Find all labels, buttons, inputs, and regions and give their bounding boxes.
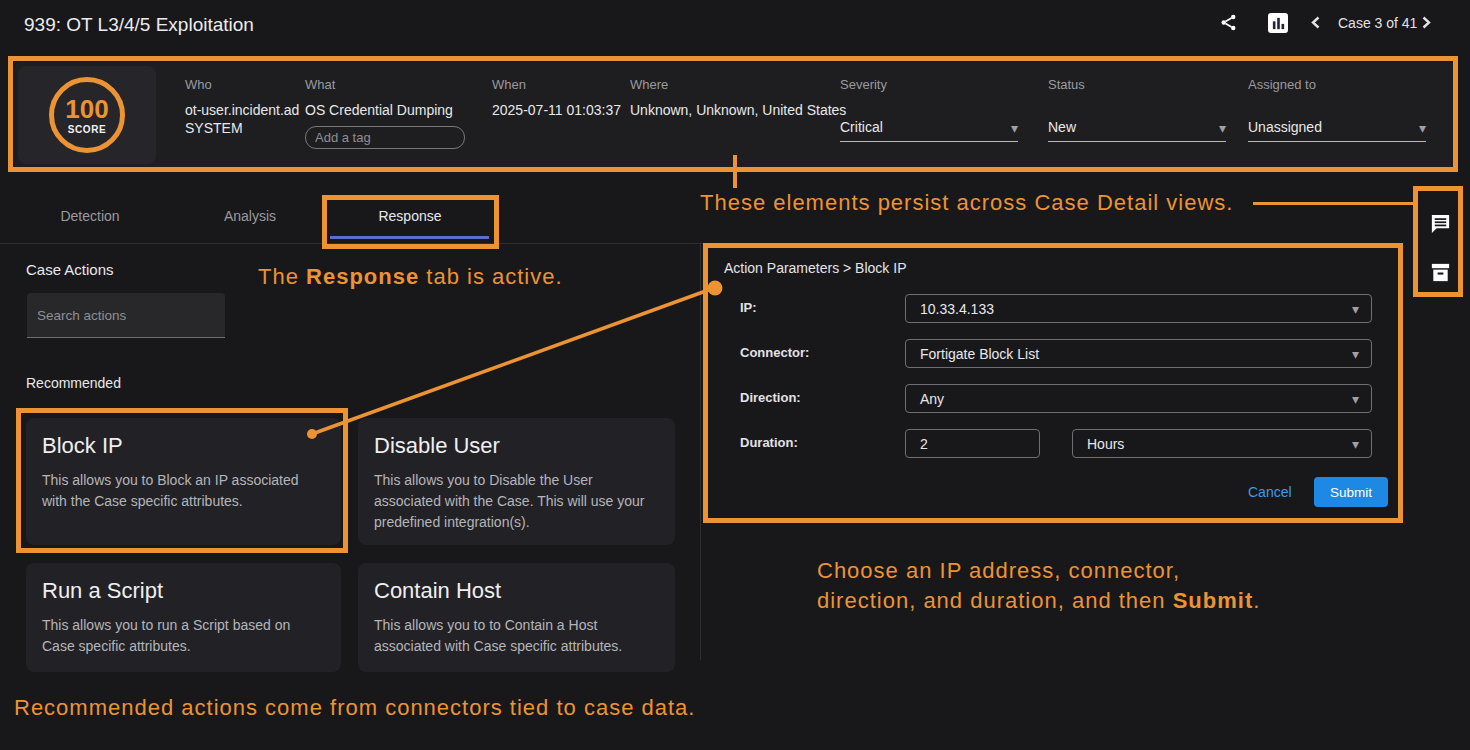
annotation-box-icon-rail: [1413, 186, 1463, 297]
annotation-persist: These elements persist across Case Detai…: [700, 190, 1233, 216]
next-case-icon[interactable]: [1422, 16, 1431, 29]
share-icon[interactable]: [1219, 13, 1238, 32]
tab-detection[interactable]: Detection: [40, 208, 140, 224]
annotation-line-horizontal: [1253, 202, 1413, 205]
annotation-choose: Choose an IP address, connector, directi…: [817, 556, 1260, 616]
search-actions-box[interactable]: [27, 293, 225, 338]
prev-case-icon[interactable]: [1311, 16, 1320, 29]
annotation-box-response-tab: [322, 195, 499, 249]
annotation-box-block-ip: [16, 408, 348, 553]
search-actions-input[interactable]: [27, 308, 225, 323]
action-card-run-script[interactable]: Run a Script This allows you to run a Sc…: [26, 563, 341, 672]
case-actions-title: Case Actions: [26, 261, 114, 278]
chart-icon[interactable]: [1268, 13, 1288, 33]
page-title: 939: OT L3/4/5 Exploitation: [24, 14, 254, 36]
recommended-label: Recommended: [26, 375, 121, 391]
annotation-response-tab: The Response tab is active.: [258, 264, 563, 290]
tab-analysis[interactable]: Analysis: [200, 208, 300, 224]
action-card-disable-user[interactable]: Disable User This allows you to Disable …: [358, 418, 675, 545]
annotation-recommended: Recommended actions come from connectors…: [14, 695, 695, 721]
action-card-contain-host[interactable]: Contain Host This allows you to to Conta…: [358, 563, 675, 672]
annotation-tick: [733, 155, 737, 188]
panel-divider: [700, 243, 701, 660]
case-nav-label: Case 3 of 41: [1338, 15, 1417, 31]
annotation-box-action-params: [703, 243, 1403, 523]
